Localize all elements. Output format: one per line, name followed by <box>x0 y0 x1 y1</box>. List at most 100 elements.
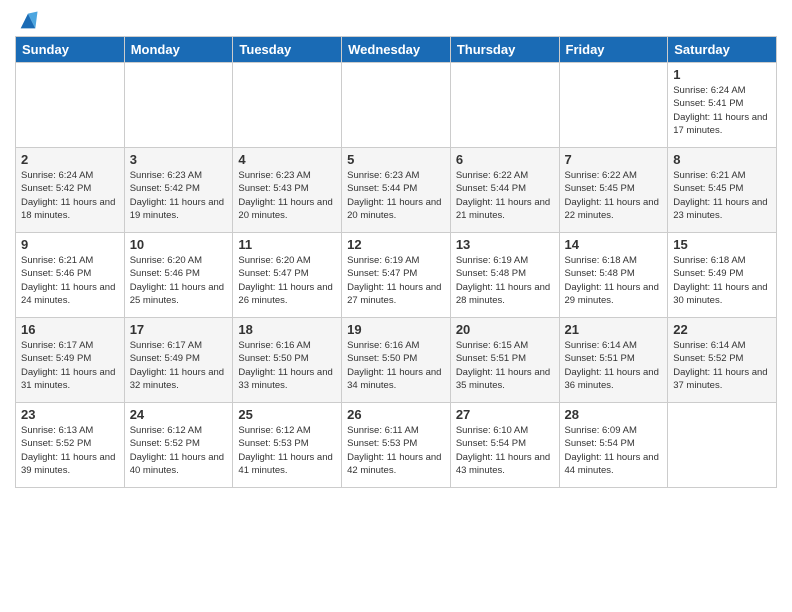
calendar-cell: 21 Sunrise: 6:14 AM Sunset: 5:51 PM Dayli… <box>559 318 668 403</box>
calendar-cell: 28 Sunrise: 6:09 AM Sunset: 5:54 PM Dayli… <box>559 403 668 488</box>
calendar-cell <box>233 63 342 148</box>
day-number: 27 <box>456 407 554 422</box>
calendar-cell: 3Sunrise: 6:23 AM Sunset: 5:42 PM Daylig… <box>124 148 233 233</box>
calendar-cell <box>342 63 451 148</box>
calendar-cell: 14 Sunrise: 6:18 AM Sunset: 5:48 PM Dayli… <box>559 233 668 318</box>
main-container: SundayMondayTuesdayWednesdayThursdayFrid… <box>0 0 792 498</box>
calendar-cell: 2 Sunrise: 6:24 AM Sunset: 5:42 PM Daylig… <box>16 148 125 233</box>
day-number: 22 <box>673 322 771 337</box>
calendar-cell: 1 Sunrise: 6:24 AM Sunset: 5:41 PM Daylig… <box>668 63 777 148</box>
day-info: Sunrise: 6:14 AM Sunset: 5:51 PM Dayligh… <box>565 339 663 392</box>
day-header-wednesday: Wednesday <box>342 37 451 63</box>
calendar-cell: 22Sunrise: 6:14 AM Sunset: 5:52 PM Dayli… <box>668 318 777 403</box>
calendar-cell: 18 Sunrise: 6:16 AM Sunset: 5:50 PM Dayli… <box>233 318 342 403</box>
day-number: 16 <box>21 322 119 337</box>
day-info: Sunrise: 6:19 AM Sunset: 5:48 PM Dayligh… <box>456 254 554 307</box>
day-info: Sunrise: 6:09 AM Sunset: 5:54 PM Dayligh… <box>565 424 663 477</box>
day-number: 2 <box>21 152 119 167</box>
calendar-cell <box>559 63 668 148</box>
day-number: 10 <box>130 237 228 252</box>
day-info: Sunrise: 6:24 AM Sunset: 5:42 PM Dayligh… <box>21 169 119 222</box>
day-info: Sunrise: 6:22 AM Sunset: 5:44 PM Dayligh… <box>456 169 554 222</box>
day-info: Sunrise: 6:13 AM Sunset: 5:52 PM Dayligh… <box>21 424 119 477</box>
day-number: 19 <box>347 322 445 337</box>
day-number: 12 <box>347 237 445 252</box>
day-number: 18 <box>238 322 336 337</box>
calendar-week-1: 1 Sunrise: 6:24 AM Sunset: 5:41 PM Daylig… <box>16 63 777 148</box>
calendar-cell: 26Sunrise: 6:11 AM Sunset: 5:53 PM Dayli… <box>342 403 451 488</box>
header <box>15 10 777 28</box>
day-header-tuesday: Tuesday <box>233 37 342 63</box>
day-number: 1 <box>673 67 771 82</box>
day-header-saturday: Saturday <box>668 37 777 63</box>
day-number: 15 <box>673 237 771 252</box>
day-header-monday: Monday <box>124 37 233 63</box>
calendar-cell: 12 Sunrise: 6:19 AM Sunset: 5:47 PM Dayli… <box>342 233 451 318</box>
calendar-cell <box>450 63 559 148</box>
logo <box>15 10 39 28</box>
day-info: Sunrise: 6:24 AM Sunset: 5:41 PM Dayligh… <box>673 84 771 137</box>
day-header-sunday: Sunday <box>16 37 125 63</box>
day-number: 17 <box>130 322 228 337</box>
day-number: 11 <box>238 237 336 252</box>
calendar-cell: 6 Sunrise: 6:22 AM Sunset: 5:44 PM Daylig… <box>450 148 559 233</box>
calendar-cell: 23 Sunrise: 6:13 AM Sunset: 5:52 PM Dayli… <box>16 403 125 488</box>
day-info: Sunrise: 6:21 AM Sunset: 5:45 PM Dayligh… <box>673 169 771 222</box>
calendar-header-row: SundayMondayTuesdayWednesdayThursdayFrid… <box>16 37 777 63</box>
day-number: 21 <box>565 322 663 337</box>
day-info: Sunrise: 6:19 AM Sunset: 5:47 PM Dayligh… <box>347 254 445 307</box>
day-info: Sunrise: 6:16 AM Sunset: 5:50 PM Dayligh… <box>347 339 445 392</box>
day-info: Sunrise: 6:18 AM Sunset: 5:49 PM Dayligh… <box>673 254 771 307</box>
calendar-week-5: 23 Sunrise: 6:13 AM Sunset: 5:52 PM Dayli… <box>16 403 777 488</box>
calendar-cell <box>16 63 125 148</box>
day-info: Sunrise: 6:21 AM Sunset: 5:46 PM Dayligh… <box>21 254 119 307</box>
day-info: Sunrise: 6:17 AM Sunset: 5:49 PM Dayligh… <box>21 339 119 392</box>
calendar-cell: 24 Sunrise: 6:12 AM Sunset: 5:52 PM Dayli… <box>124 403 233 488</box>
day-info: Sunrise: 6:17 AM Sunset: 5:49 PM Dayligh… <box>130 339 228 392</box>
calendar-cell: 15 Sunrise: 6:18 AM Sunset: 5:49 PM Dayli… <box>668 233 777 318</box>
calendar-cell: 9 Sunrise: 6:21 AM Sunset: 5:46 PM Daylig… <box>16 233 125 318</box>
calendar-cell: 11 Sunrise: 6:20 AM Sunset: 5:47 PM Dayli… <box>233 233 342 318</box>
calendar: SundayMondayTuesdayWednesdayThursdayFrid… <box>15 36 777 488</box>
day-info: Sunrise: 6:12 AM Sunset: 5:53 PM Dayligh… <box>238 424 336 477</box>
calendar-cell: 13 Sunrise: 6:19 AM Sunset: 5:48 PM Dayli… <box>450 233 559 318</box>
day-number: 9 <box>21 237 119 252</box>
day-info: Sunrise: 6:23 AM Sunset: 5:44 PM Dayligh… <box>347 169 445 222</box>
day-number: 25 <box>238 407 336 422</box>
calendar-cell <box>124 63 233 148</box>
day-info: Sunrise: 6:22 AM Sunset: 5:45 PM Dayligh… <box>565 169 663 222</box>
day-number: 4 <box>238 152 336 167</box>
calendar-cell: 20Sunrise: 6:15 AM Sunset: 5:51 PM Dayli… <box>450 318 559 403</box>
calendar-week-4: 16 Sunrise: 6:17 AM Sunset: 5:49 PM Dayli… <box>16 318 777 403</box>
day-number: 24 <box>130 407 228 422</box>
day-number: 7 <box>565 152 663 167</box>
day-number: 8 <box>673 152 771 167</box>
calendar-cell: 25 Sunrise: 6:12 AM Sunset: 5:53 PM Dayli… <box>233 403 342 488</box>
day-info: Sunrise: 6:23 AM Sunset: 5:43 PM Dayligh… <box>238 169 336 222</box>
day-header-friday: Friday <box>559 37 668 63</box>
day-info: Sunrise: 6:23 AM Sunset: 5:42 PM Dayligh… <box>130 169 228 222</box>
day-number: 28 <box>565 407 663 422</box>
day-number: 14 <box>565 237 663 252</box>
day-info: Sunrise: 6:12 AM Sunset: 5:52 PM Dayligh… <box>130 424 228 477</box>
calendar-cell: 27 Sunrise: 6:10 AM Sunset: 5:54 PM Dayli… <box>450 403 559 488</box>
day-info: Sunrise: 6:16 AM Sunset: 5:50 PM Dayligh… <box>238 339 336 392</box>
logo-icon <box>17 10 39 32</box>
calendar-week-2: 2 Sunrise: 6:24 AM Sunset: 5:42 PM Daylig… <box>16 148 777 233</box>
calendar-cell: 17 Sunrise: 6:17 AM Sunset: 5:49 PM Dayli… <box>124 318 233 403</box>
day-number: 13 <box>456 237 554 252</box>
calendar-cell: 10 Sunrise: 6:20 AM Sunset: 5:46 PM Dayli… <box>124 233 233 318</box>
day-number: 6 <box>456 152 554 167</box>
day-info: Sunrise: 6:20 AM Sunset: 5:47 PM Dayligh… <box>238 254 336 307</box>
day-info: Sunrise: 6:18 AM Sunset: 5:48 PM Dayligh… <box>565 254 663 307</box>
calendar-cell <box>668 403 777 488</box>
calendar-week-3: 9 Sunrise: 6:21 AM Sunset: 5:46 PM Daylig… <box>16 233 777 318</box>
day-info: Sunrise: 6:10 AM Sunset: 5:54 PM Dayligh… <box>456 424 554 477</box>
day-number: 26 <box>347 407 445 422</box>
calendar-cell: 19 Sunrise: 6:16 AM Sunset: 5:50 PM Dayli… <box>342 318 451 403</box>
day-header-thursday: Thursday <box>450 37 559 63</box>
day-number: 23 <box>21 407 119 422</box>
calendar-cell: 5Sunrise: 6:23 AM Sunset: 5:44 PM Daylig… <box>342 148 451 233</box>
day-info: Sunrise: 6:20 AM Sunset: 5:46 PM Dayligh… <box>130 254 228 307</box>
calendar-cell: 4 Sunrise: 6:23 AM Sunset: 5:43 PM Daylig… <box>233 148 342 233</box>
